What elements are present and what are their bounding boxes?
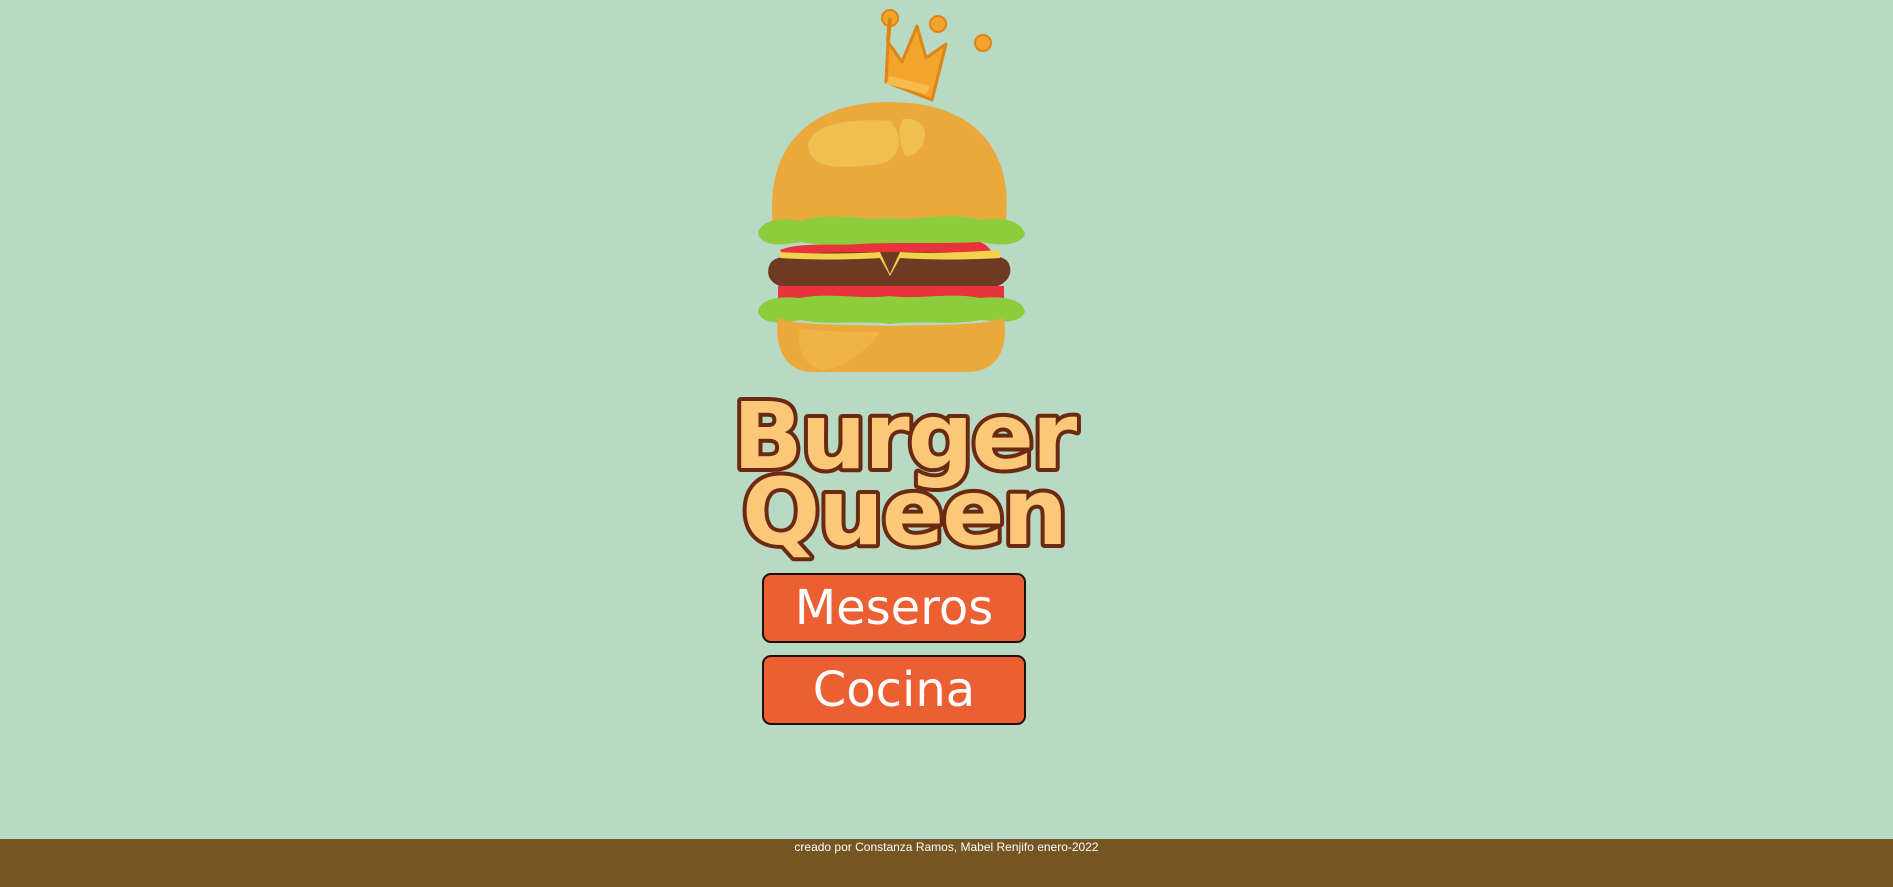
brand-title-line2: Queen [742, 459, 1066, 566]
footer: creado por Constanza Ramos, Mabel Renjif… [0, 839, 1893, 887]
brand-logo: Burger Queen [729, 6, 1084, 570]
meseros-button[interactable]: Meseros [762, 573, 1026, 643]
lettuce-bottom [758, 295, 1025, 324]
burger-illustration: Burger Queen [729, 9, 1084, 570]
cocina-button[interactable]: Cocina [762, 655, 1026, 725]
footer-credit: creado por Constanza Ramos, Mabel Renjif… [794, 840, 1099, 854]
crown-icon [881, 9, 992, 102]
lettuce-top [758, 216, 1025, 246]
top-bun [771, 102, 1007, 226]
